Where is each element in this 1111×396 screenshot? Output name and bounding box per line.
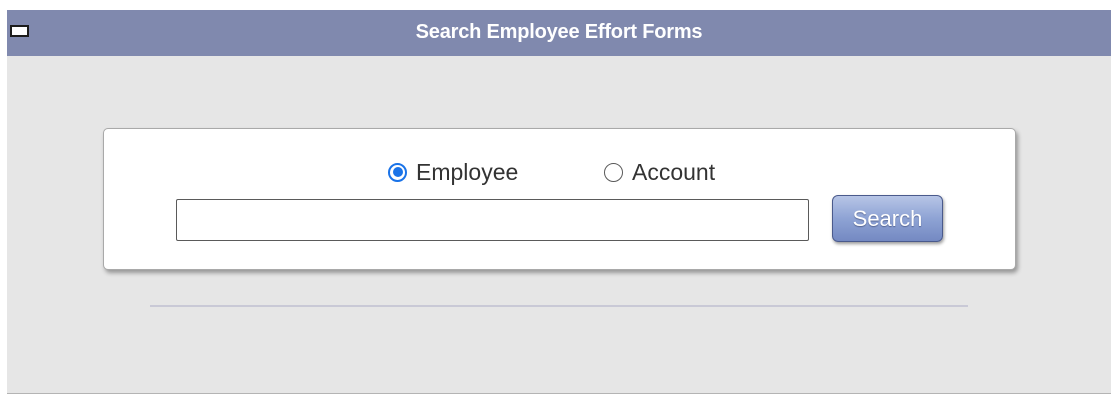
radio-account-label: Account (632, 158, 716, 185)
panel-title: Search Employee Effort Forms (415, 21, 703, 43)
radio-employee-indicator[interactable] (388, 162, 407, 182)
panel-titlebar: Search Employee Effort Forms (7, 10, 1111, 56)
radio-account[interactable]: Account (604, 155, 715, 189)
divider (150, 305, 968, 307)
search-input[interactable] (176, 199, 809, 241)
radio-employee-label: Employee (416, 158, 519, 185)
search-button[interactable]: Search (832, 195, 943, 242)
radio-employee[interactable]: Employee (388, 155, 518, 189)
radio-account-indicator[interactable] (604, 162, 623, 182)
search-panel: Search Employee Effort Forms Employee Ac… (7, 10, 1111, 394)
search-form-card: Employee Account Search (103, 128, 1016, 270)
